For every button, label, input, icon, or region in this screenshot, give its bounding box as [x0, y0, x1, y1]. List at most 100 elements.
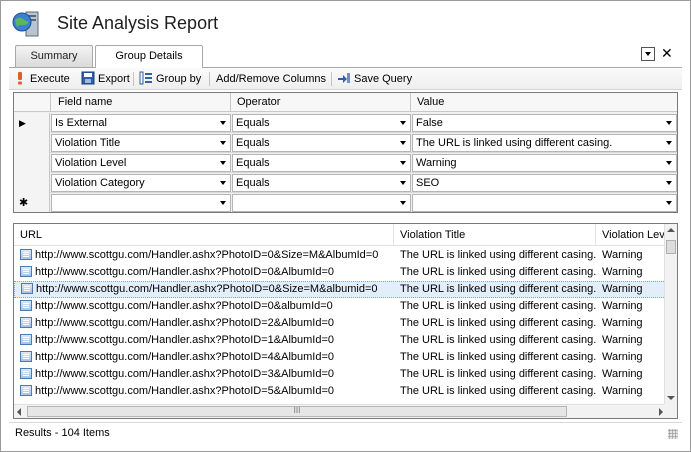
list-item[interactable]: http://www.scottgu.com/Handler.ashx?Phot… — [14, 349, 666, 366]
execute-button[interactable]: Execute — [13, 71, 70, 87]
results-list: URL Violation Title Violation Lev http:/… — [13, 223, 678, 419]
chevron-down-icon[interactable] — [217, 175, 230, 191]
value-select[interactable]: The URL is linked using different casing… — [412, 134, 677, 152]
save-query-icon — [338, 73, 350, 83]
column-header-violation-level[interactable]: Violation Lev — [596, 224, 666, 246]
violation-level-cell: Warning — [602, 368, 643, 380]
tab-group-details[interactable]: Group Details — [95, 45, 203, 68]
list-item[interactable]: http://www.scottgu.com/Handler.ashx?Phot… — [14, 247, 666, 264]
save-disk-icon — [81, 71, 95, 85]
column-header-field-name[interactable]: Field name — [51, 93, 231, 112]
horizontal-scroll-thumb[interactable]: III — [27, 406, 567, 417]
add-remove-columns-button[interactable]: Add/Remove Columns — [216, 71, 326, 87]
url-cell: http://www.scottgu.com/Handler.ashx?Phot… — [35, 266, 334, 278]
violation-title-cell: The URL is linked using different casing… — [400, 283, 596, 295]
operator-select[interactable] — [232, 194, 411, 212]
field-name-value: Violation Level — [55, 157, 127, 169]
operator-select[interactable]: Equals — [232, 154, 411, 172]
page-icon — [20, 300, 32, 311]
chevron-down-icon[interactable] — [217, 115, 230, 131]
row-marker-current[interactable]: ▶ — [14, 113, 50, 133]
page-icon — [20, 368, 32, 379]
value-select[interactable]: Warning — [412, 154, 677, 172]
group-by-button[interactable]: Group by — [139, 71, 201, 87]
close-icon[interactable]: ✕ — [661, 45, 673, 62]
export-button[interactable]: Export — [81, 71, 130, 87]
value-select[interactable]: False — [412, 114, 677, 132]
vertical-scrollbar[interactable] — [664, 224, 677, 404]
resize-grip-icon[interactable] — [668, 429, 678, 439]
operator-select[interactable]: Equals — [232, 114, 411, 132]
tab-summary[interactable]: Summary — [15, 45, 93, 67]
chevron-down-icon[interactable] — [397, 195, 410, 211]
list-item[interactable]: http://www.scottgu.com/Handler.ashx?Phot… — [14, 383, 666, 400]
new-row-marker[interactable]: ✱ — [14, 193, 50, 212]
tab-dropdown-button[interactable] — [641, 47, 655, 61]
list-item[interactable]: http://www.scottgu.com/Handler.ashx?Phot… — [14, 366, 666, 383]
chevron-down-icon[interactable] — [397, 175, 410, 191]
page-icon — [20, 351, 32, 362]
row-marker[interactable] — [14, 153, 50, 173]
field-name-value: Violation Category — [55, 177, 145, 189]
globe-server-icon — [12, 11, 39, 37]
row-marker[interactable] — [14, 133, 50, 153]
report-window: Site Analysis Report Summary Group Detai… — [0, 0, 691, 452]
column-header-operator[interactable]: Operator — [231, 93, 411, 112]
chevron-down-icon[interactable] — [217, 155, 230, 171]
operator-value: Equals — [236, 177, 270, 189]
violation-level-cell: Warning — [602, 317, 643, 329]
value-value: The URL is linked using different casing… — [416, 137, 613, 149]
vertical-scroll-thumb[interactable] — [666, 240, 676, 254]
column-header-url[interactable]: URL — [14, 224, 394, 246]
column-header-value[interactable]: Value — [411, 93, 677, 112]
row-marker[interactable] — [14, 173, 50, 193]
scroll-left-icon[interactable] — [17, 408, 21, 416]
scroll-up-icon[interactable] — [667, 228, 675, 232]
page-icon — [20, 317, 32, 328]
chevron-down-icon[interactable] — [663, 175, 676, 191]
exclamation-icon — [18, 72, 22, 85]
field-name-select[interactable]: Violation Category — [51, 174, 231, 192]
chevron-down-icon[interactable] — [397, 135, 410, 151]
list-item[interactable]: http://www.scottgu.com/Handler.ashx?Phot… — [14, 264, 666, 281]
list-item-selected[interactable]: http://www.scottgu.com/Handler.ashx?Phot… — [14, 281, 666, 298]
violation-title-cell: The URL is linked using different casing… — [400, 317, 596, 329]
scroll-down-icon[interactable] — [667, 396, 675, 400]
operator-select[interactable]: Equals — [232, 134, 411, 152]
violation-title-cell: The URL is linked using different casing… — [400, 266, 596, 278]
violation-level-cell: Warning — [602, 351, 643, 363]
tab-strip: Summary Group Details — [15, 45, 675, 68]
list-item[interactable]: http://www.scottgu.com/Handler.ashx?Phot… — [14, 332, 666, 349]
horizontal-scrollbar[interactable]: III — [14, 404, 666, 418]
chevron-down-icon[interactable] — [217, 195, 230, 211]
field-name-select[interactable]: Violation Title — [51, 134, 231, 152]
chevron-down-icon[interactable] — [663, 195, 676, 211]
field-name-value: Is External — [55, 117, 107, 129]
group-by-label: Group by — [156, 73, 202, 85]
save-query-button[interactable]: Save Query — [337, 71, 412, 87]
list-item[interactable]: http://www.scottgu.com/Handler.ashx?Phot… — [14, 315, 666, 332]
value-select[interactable]: SEO — [412, 174, 677, 192]
field-name-select[interactable]: Violation Level — [51, 154, 231, 172]
field-name-select[interactable] — [51, 194, 231, 212]
chevron-down-icon[interactable] — [397, 115, 410, 131]
violation-title-cell: The URL is linked using different casing… — [400, 351, 596, 363]
results-count: Results - 104 Items — [15, 427, 110, 439]
operator-select[interactable]: Equals — [232, 174, 411, 192]
violation-title-cell: The URL is linked using different casing… — [400, 300, 596, 312]
chevron-down-icon[interactable] — [663, 115, 676, 131]
value-value: False — [416, 117, 443, 129]
list-item[interactable]: http://www.scottgu.com/Handler.ashx?Phot… — [14, 298, 666, 315]
chevron-down-icon[interactable] — [397, 155, 410, 171]
scroll-right-icon[interactable] — [659, 408, 663, 416]
chevron-down-icon[interactable] — [663, 135, 676, 151]
column-header-violation-title[interactable]: Violation Title — [394, 224, 596, 246]
field-name-select[interactable]: Is External — [51, 114, 231, 132]
chevron-down-icon[interactable] — [663, 155, 676, 171]
chevron-down-icon[interactable] — [217, 135, 230, 151]
query-row: Violation Category Equals SEO — [14, 173, 677, 193]
value-select[interactable] — [412, 194, 677, 212]
operator-value: Equals — [236, 157, 270, 169]
violation-level-cell: Warning — [602, 385, 643, 397]
page-icon — [20, 385, 32, 396]
